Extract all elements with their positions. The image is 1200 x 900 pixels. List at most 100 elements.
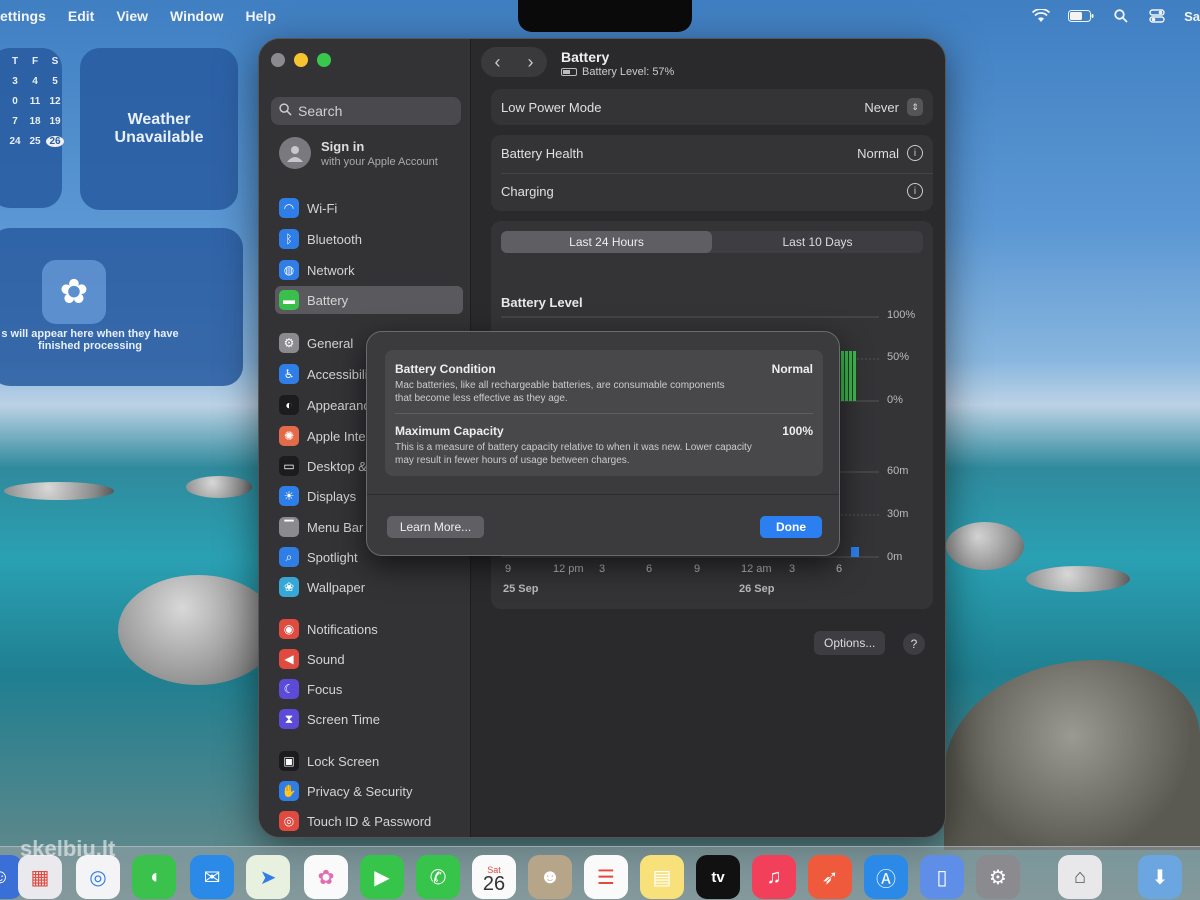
options-button[interactable]: Options... (814, 631, 886, 655)
forward-chevron-icon[interactable]: › (528, 52, 534, 73)
notes-icon[interactable]: ▤ (640, 855, 684, 899)
sidebar-item-screen-time[interactable]: ⧗ Screen Time (275, 705, 463, 733)
low-power-card: Low Power Mode Never ⇕ (491, 89, 933, 125)
facetime-icon[interactable]: ▶ (360, 855, 404, 899)
photos-widget[interactable]: ✿ s will appear here when they have fini… (0, 228, 243, 386)
reminders-icon[interactable]: ☰ (584, 855, 628, 899)
menu-app-name[interactable]: ettings (0, 8, 46, 24)
maximum-capacity-value: 100% (782, 424, 813, 438)
sidebar-item-sound[interactable]: ◀ Sound (275, 645, 463, 673)
music-icon[interactable]: ♫ (752, 855, 796, 899)
messages-icon[interactable]: ◖ (132, 855, 176, 899)
battery-health-label: Battery Health (501, 145, 584, 161)
level-tick-50: 50% (887, 351, 910, 363)
battery-health-info-icon[interactable]: i (907, 145, 923, 161)
wifi-status-icon[interactable] (1032, 8, 1051, 24)
bluetooth-icon: ᛒ (279, 229, 299, 249)
sidebar-item-label: Privacy & Security (307, 783, 413, 799)
sidebar-item-focus[interactable]: ☾ Focus (275, 675, 463, 703)
search-input[interactable]: Search (271, 97, 461, 125)
divider (395, 413, 813, 414)
low-power-value: Never (864, 99, 899, 115)
usage-bar (851, 547, 859, 557)
dock: ☺ ▦ ◎ ◖ ✉ ➤ ✿ ▶ ✆ Sat 26 ☻ ☰ ▤ tv ♫ ➶ Ⓐ … (0, 846, 1200, 900)
menu-help[interactable]: Help (246, 8, 276, 24)
launch-rocket-icon[interactable]: ➶ (808, 855, 852, 899)
downloads-folder-icon[interactable]: ⬇ (1138, 855, 1182, 899)
maps-icon[interactable]: ➤ (246, 855, 290, 899)
rock-scenery (186, 476, 252, 498)
signin-title: Sign in (321, 138, 365, 154)
apple-tv-label: tv (711, 868, 725, 886)
photos-icon[interactable]: ✿ (304, 855, 348, 899)
sidebar-item-label: Lock Screen (307, 753, 380, 769)
zoom-button[interactable] (317, 53, 331, 67)
weather-line-2: Unavailable (114, 129, 204, 146)
sidebar-item-touch-id-password[interactable]: ◎ Touch ID & Password (275, 807, 463, 835)
calendar-icon[interactable]: Sat 26 (472, 855, 516, 899)
app-store-icon[interactable]: Ⓐ (864, 855, 908, 899)
page-title: Battery (561, 49, 610, 65)
charging-info-icon[interactable]: i (907, 183, 923, 199)
back-chevron-icon[interactable]: ‹ (495, 52, 501, 73)
help-button[interactable]: ? (903, 633, 925, 655)
learn-more-button[interactable]: Learn More... (387, 516, 484, 538)
menu-clock[interactable]: Sa (1184, 9, 1200, 24)
sidebar-item-notifications[interactable]: ◉ Notifications (275, 615, 463, 643)
appearance-icon: ◐ (279, 395, 299, 415)
menubar-icon: ▔ (279, 517, 299, 537)
level-bar (849, 351, 852, 401)
calendar-day: 12 (49, 96, 61, 107)
tab-last-10-days[interactable]: Last 10 Days (712, 231, 923, 253)
menu-edit[interactable]: Edit (68, 8, 94, 24)
menu-window[interactable]: Window (170, 8, 224, 24)
preview-icon[interactable]: ⌂ (1058, 855, 1102, 899)
sidebar-item-wallpaper[interactable]: ❀ Wallpaper (275, 573, 463, 601)
sidebar-item-wi-fi[interactable]: ◠ Wi-Fi (275, 194, 463, 222)
calendar-widget[interactable]: T F S 3 4 5 0 11 12 7 18 19 24 25 26 (0, 48, 64, 208)
battery-condition-section: Battery Condition Normal Mac batteries, … (395, 362, 813, 405)
sidebar-item-privacy-security[interactable]: ✋ Privacy & Security (275, 777, 463, 805)
battery-level-status: Battery Level: 57% (561, 66, 674, 78)
menu-view[interactable]: View (116, 8, 148, 24)
low-power-select[interactable]: Never ⇕ (864, 98, 923, 116)
x-tick: 12 pm (553, 563, 584, 575)
sidebar-item-battery[interactable]: ▬ Battery (275, 286, 463, 314)
time-tick-60m: 60m (887, 465, 909, 477)
lock-icon: ▣ (279, 751, 299, 771)
control-center-icon[interactable] (1148, 8, 1166, 24)
weather-widget[interactable]: Weather Unavailable (80, 48, 238, 210)
spotlight-search-icon[interactable] (1112, 8, 1130, 24)
sidebar-item-label: Sound (307, 651, 345, 667)
moon-icon: ☾ (279, 679, 299, 699)
navigation-buttons: ‹ › (481, 47, 547, 77)
photos-flower-icon: ✿ (42, 260, 106, 324)
iphone-mirroring-icon[interactable]: ▯ (920, 855, 964, 899)
dialog-info-box: Battery Condition Normal Mac batteries, … (385, 350, 823, 476)
maximum-capacity-section: Maximum Capacity 100% This is a measure … (395, 424, 813, 467)
accessibility-icon: ♿ (279, 364, 299, 384)
wallpaper-icon: ❀ (279, 577, 299, 597)
minimize-button[interactable] (294, 53, 308, 67)
calendar-day: S (51, 56, 59, 67)
sidebar-item-network[interactable]: ◍ Network (275, 256, 463, 284)
level-tick-0: 0% (887, 394, 903, 406)
phone-icon[interactable]: ✆ (416, 855, 460, 899)
tab-last-24-hours[interactable]: Last 24 Hours (501, 231, 712, 253)
calendar-day: 3 (12, 76, 18, 87)
battery-level-icon (561, 68, 577, 76)
apple-account-signin[interactable]: Sign in with your Apple Account (279, 137, 438, 169)
system-settings-icon[interactable]: ⚙ (976, 855, 1020, 899)
battery-status-icon[interactable] (1068, 8, 1094, 24)
calendar-day: 18 (29, 116, 41, 127)
time-range-segmented-control: Last 24 Hours Last 10 Days (501, 231, 923, 253)
apple-tv-icon[interactable]: tv (696, 855, 740, 899)
mail-icon[interactable]: ✉ (190, 855, 234, 899)
done-button[interactable]: Done (760, 516, 822, 538)
calendar-grid: T F S 3 4 5 0 11 12 7 18 19 24 25 26 (6, 56, 64, 147)
sidebar-item-label: Desktop & (307, 458, 367, 474)
sidebar-item-lock-screen[interactable]: ▣ Lock Screen (275, 747, 463, 775)
contacts-icon[interactable]: ☻ (528, 855, 572, 899)
sidebar-item-bluetooth[interactable]: ᛒ Bluetooth (275, 225, 463, 253)
close-button[interactable] (271, 53, 285, 67)
